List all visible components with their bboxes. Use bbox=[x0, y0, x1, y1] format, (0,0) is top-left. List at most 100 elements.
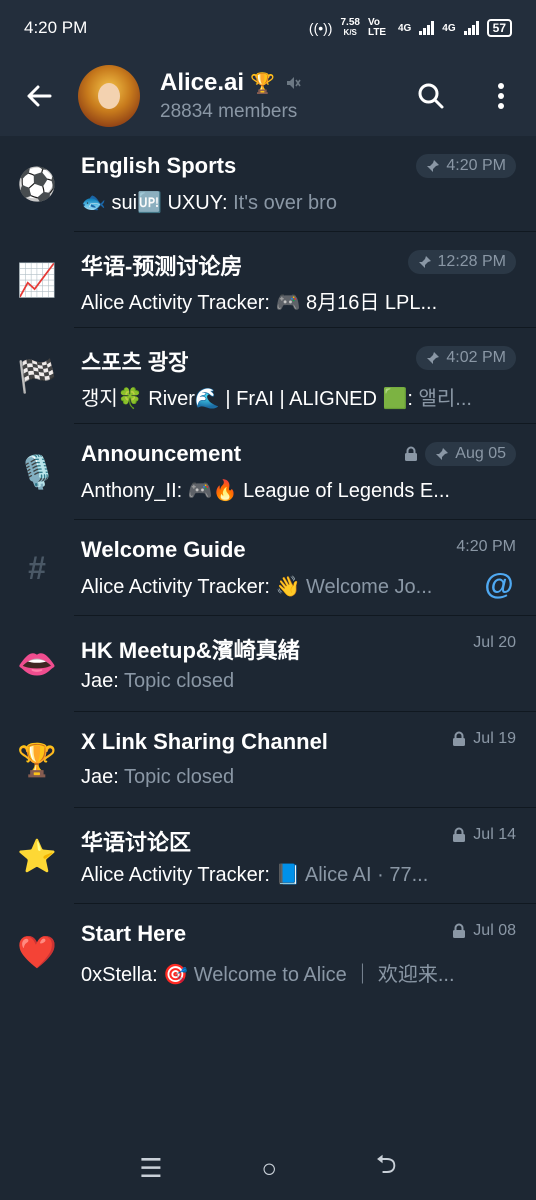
preview-sender: 갱지🍀 River🌊 | FrAI | ALIGNED 🟩: bbox=[81, 388, 413, 410]
topic-icon: 🏁 bbox=[17, 358, 57, 394]
topic-row[interactable]: # Welcome Guide 4:20 PM Alice Activity Trac… bbox=[0, 520, 536, 616]
topic-name: Announcement bbox=[81, 441, 242, 466]
lock-icon bbox=[453, 827, 466, 842]
topic-time: 4:20 PM bbox=[456, 538, 516, 555]
mention-icon[interactable]: @ bbox=[482, 570, 516, 604]
chat-title: Alice.ai bbox=[160, 69, 245, 96]
topic-name: 스포츠 광장 bbox=[81, 350, 189, 375]
topic-meta: Jul 20 bbox=[473, 634, 516, 652]
topic-body: 华语-预测讨论房 12:28 PM Alice Activity Tracker: … bbox=[74, 232, 536, 328]
topic-row[interactable]: 👄 HK Meetup&濱崎真緒 Jul 20 Jae: Topic closed bbox=[0, 616, 536, 712]
preview-message: Welcome Jo... bbox=[305, 576, 433, 598]
topic-name: 华语-预测讨论房 bbox=[81, 254, 243, 279]
topic-body: 华语讨论区 Jul 14 Alice Activity Tracker: 📘 Ali… bbox=[74, 808, 536, 904]
topic-preview: Alice Activity Tracker: 👋 Welcome Jo... bbox=[81, 574, 481, 599]
time-wrap: Jul 08 bbox=[473, 922, 516, 940]
topic-row[interactable]: 🏁 스포츠 광장 4:02 PM 갱지🍀 River🌊 | FrAI | ALIGNE… bbox=[0, 328, 536, 424]
topic-icon: ❤️ bbox=[17, 934, 57, 970]
signal-1-icon bbox=[419, 21, 435, 35]
preview-message: Welcome to Alice ｜ 欢迎来... bbox=[193, 964, 455, 986]
preview-sender: 0xStella: 🎯 bbox=[81, 964, 189, 986]
time-wrap: Jul 20 bbox=[473, 634, 516, 652]
search-icon bbox=[418, 83, 444, 109]
topic-row[interactable]: 📈 华语-预测讨论房 12:28 PM Alice Activity Tracker:… bbox=[0, 232, 536, 328]
speed-unit: K/S bbox=[343, 28, 357, 37]
topic-time: Aug 05 bbox=[455, 445, 506, 462]
topic-name: Welcome Guide bbox=[81, 537, 246, 562]
back-button[interactable] bbox=[0, 56, 78, 136]
lock-icon bbox=[453, 731, 466, 746]
preview-sender: Alice Activity Tracker: 📘 bbox=[81, 864, 301, 886]
topic-meta: 4:20 PM bbox=[456, 538, 516, 556]
topic-time: 4:20 PM bbox=[446, 157, 506, 174]
topic-preview: Alice Activity Tracker: 📘 Alice AI · 77.… bbox=[81, 862, 481, 887]
topic-preview: 🐟 sui🆙 UXUY: It's over bro bbox=[81, 190, 481, 215]
chat-header: Alice.ai 🏆 28834 members bbox=[0, 56, 536, 136]
topic-row[interactable]: ❤️ Start Here Jul 08 0xStella: 🎯 Welcome to… bbox=[0, 904, 536, 1000]
pin-icon bbox=[427, 352, 440, 364]
system-nav-bar: ☰ ○ ⮌ bbox=[0, 1136, 536, 1200]
topic-preview: Anthony_II: 🎮🔥 League of Legends E... bbox=[81, 478, 481, 503]
time-wrap: Jul 19 bbox=[473, 730, 516, 748]
topic-meta: 4:02 PM bbox=[416, 346, 516, 370]
topic-meta: Jul 08 bbox=[451, 922, 516, 940]
preview-message: Alice AI · 77... bbox=[304, 864, 429, 886]
topic-name: Start Here bbox=[81, 921, 187, 946]
topic-meta: 4:20 PM bbox=[416, 154, 516, 178]
back-nav-button[interactable]: ⮌ bbox=[376, 1146, 397, 1190]
title-block[interactable]: Alice.ai 🏆 28834 members bbox=[160, 69, 396, 123]
preview-message: It's over bro bbox=[233, 192, 337, 214]
preview-sender: Anthony_II: 🎮🔥 League of Legends E... bbox=[81, 480, 450, 502]
hotspot-icon: ((•)) bbox=[308, 20, 333, 36]
topic-meta: Jul 19 bbox=[451, 730, 516, 748]
topic-name: X Link Sharing Channel bbox=[81, 729, 328, 754]
preview-sender: Jae: bbox=[81, 670, 119, 692]
speed-value: 7.58 bbox=[340, 17, 360, 28]
net1-label: 4G bbox=[397, 22, 412, 34]
more-vertical-icon bbox=[498, 83, 504, 109]
topic-name: HK Meetup&濱崎真緒 bbox=[81, 638, 300, 663]
preview-sender: Jae: bbox=[81, 766, 119, 788]
topic-time: 4:02 PM bbox=[446, 349, 506, 366]
topic-preview: Alice Activity Tracker: 🎮 8月16日 LPL... bbox=[81, 286, 481, 315]
topic-body: English Sports 4:20 PM 🐟 sui🆙 UXUY: It's o… bbox=[74, 136, 536, 232]
topic-row[interactable]: ⚽ English Sports 4:20 PM 🐟 sui🆙 UXUY: It's … bbox=[0, 136, 536, 232]
topic-row[interactable]: ⭐ 华语讨论区 Jul 14 Alice Activity Tracker: 📘 Al… bbox=[0, 808, 536, 904]
preview-message: Topic closed bbox=[124, 766, 235, 788]
preview-sender: Alice Activity Tracker: 🎮 8月16日 LPL... bbox=[81, 292, 438, 314]
topic-body: HK Meetup&濱崎真緒 Jul 20 Jae: Topic closed bbox=[74, 616, 536, 712]
topic-row[interactable]: 🏆 X Link Sharing Channel Jul 19 Jae: Topic … bbox=[0, 712, 536, 808]
topic-name: English Sports bbox=[81, 153, 237, 178]
lock-icon bbox=[405, 446, 418, 461]
pinned-time-pill: 4:20 PM bbox=[416, 154, 516, 178]
topic-icon: ⚽ bbox=[17, 166, 57, 202]
pinned-time-pill: Aug 05 bbox=[425, 442, 516, 466]
preview-message: 앨리... bbox=[418, 388, 472, 410]
screen: 4:20 PM ((•)) 7.58 K/S Vo LTE 4G 4G 57 A… bbox=[0, 0, 536, 1200]
topic-time: Jul 19 bbox=[473, 730, 516, 747]
network-speed: 7.58 K/S bbox=[340, 18, 359, 38]
topic-icon: 🏆 bbox=[17, 742, 57, 778]
topic-body: Start Here Jul 08 0xStella: 🎯 Welcome to A… bbox=[74, 904, 536, 1000]
topic-icon: 📈 bbox=[17, 262, 57, 298]
topic-row[interactable]: 🎙️ Announcement Aug 05 Anthony_II: 🎮🔥 Leagu… bbox=[0, 424, 536, 520]
preview-sender: Alice Activity Tracker: 👋 bbox=[81, 576, 301, 598]
topic-preview: Jae: Topic closed bbox=[81, 766, 481, 789]
net2-label: 4G bbox=[442, 22, 456, 34]
home-button[interactable]: ○ bbox=[261, 1153, 277, 1184]
pin-icon bbox=[436, 448, 449, 460]
topic-icon: ⭐ bbox=[17, 838, 57, 874]
group-avatar[interactable] bbox=[78, 65, 140, 127]
back-arrow-icon bbox=[27, 85, 52, 107]
topic-body: 스포츠 광장 4:02 PM 갱지🍀 River🌊 | FrAI | ALIGNED… bbox=[74, 328, 536, 424]
signal-2-icon bbox=[463, 21, 479, 35]
status-icons: ((•)) 7.58 K/S Vo LTE 4G 4G 57 bbox=[309, 18, 512, 38]
topic-icon: # bbox=[28, 549, 46, 586]
trophy-icon: 🏆 bbox=[250, 72, 275, 95]
topic-time: Jul 20 bbox=[473, 634, 516, 651]
recents-button[interactable]: ☰ bbox=[139, 1153, 162, 1184]
topic-body: Announcement Aug 05 Anthony_II: 🎮🔥 League … bbox=[74, 424, 536, 520]
member-count: 28834 members bbox=[160, 101, 298, 122]
more-button[interactable] bbox=[466, 56, 536, 136]
search-button[interactable] bbox=[396, 56, 466, 136]
